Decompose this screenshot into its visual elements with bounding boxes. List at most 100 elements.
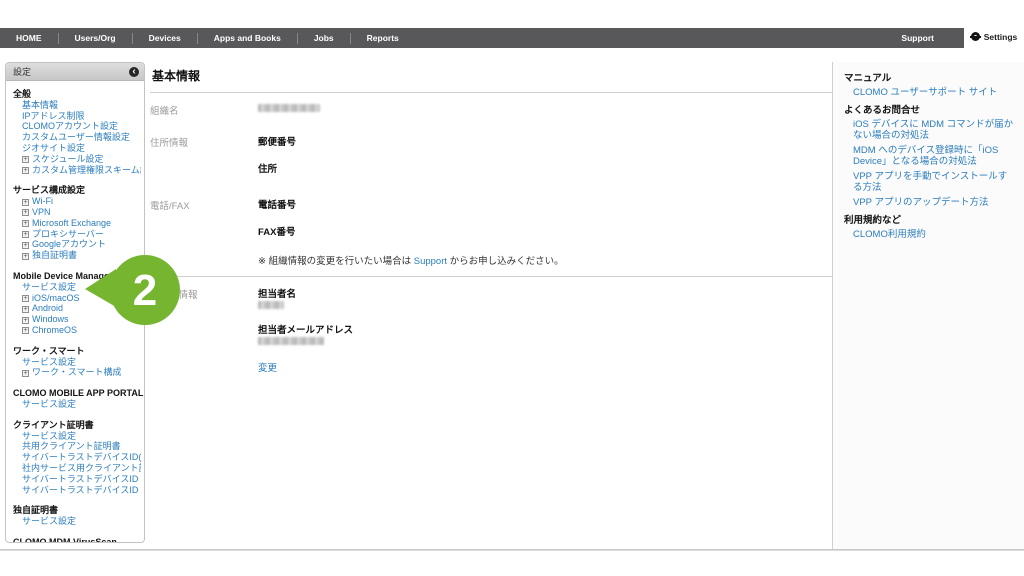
sidebar-item-label: カスタム管理権限スキーム設定 — [32, 165, 141, 175]
sidebar-item[interactable]: +Wi-Fi — [13, 196, 141, 207]
help-link[interactable]: VPP アプリを手動でインストールする方法 — [844, 171, 1014, 194]
sidebar-section: クライアント証明書サービス設定共用クライアント証明書サイバートラストデバイスID… — [13, 420, 141, 496]
help-section-heading: マニュアル — [844, 73, 1014, 85]
callout-number: 2 — [133, 266, 157, 315]
sidebar-section: ワーク・スマートサービス設定+ワーク・スマート構成 — [13, 346, 141, 378]
sidebar-item[interactable]: サイバートラストデバイスID G3is(... — [13, 485, 141, 496]
redacted-org-name-value — [258, 104, 320, 112]
form-row: 電話/FAX電話番号 FAX番号 — [150, 197, 832, 251]
sidebar-item[interactable]: CLOMOアカウント設定 — [13, 121, 141, 132]
sidebar-item-label: VPN — [32, 207, 51, 217]
contact-row: 担当者情報 担当者名担当者メールアドレス — [150, 286, 832, 358]
sidebar-section: CLOMO MDM VirusScanサービス設定 — [13, 537, 141, 543]
sidebar-item[interactable]: +Microsoft Exchange — [13, 218, 141, 229]
sidebar-section: 独自証明書サービス設定 — [13, 505, 141, 527]
sidebar-item[interactable]: IPアドレス制限 — [13, 111, 141, 122]
expand-icon[interactable]: + — [22, 242, 29, 249]
field-name: 電話番号 — [258, 197, 832, 211]
change-contact-link[interactable]: 変更 — [258, 360, 277, 374]
nav-item-reports[interactable]: Reports — [351, 33, 415, 43]
expand-icon[interactable]: + — [22, 317, 29, 324]
sidebar-item[interactable]: サイバートラストデバイスID G3is... — [13, 474, 141, 485]
sidebar-item-label: サイバートラストデバイスID G3is... — [22, 474, 141, 484]
nav-item-users-org[interactable]: Users/Org — [59, 33, 132, 43]
sidebar-item-label: サービス設定 — [22, 431, 76, 441]
sidebar-item-label: サービス設定 — [22, 357, 76, 367]
nav-item-jobs[interactable]: Jobs — [298, 33, 350, 43]
sidebar-item[interactable]: サービス設定 — [13, 516, 141, 527]
expand-icon[interactable]: + — [22, 220, 29, 227]
help-link[interactable]: CLOMO利用規約 — [844, 229, 1014, 241]
note-text: ※ 組織情報の変更を行いたい場合は — [258, 256, 414, 267]
expand-icon[interactable]: + — [22, 199, 29, 206]
row-values: 郵便番号住所 — [258, 134, 832, 188]
sidebar-item-label: ChromeOS — [32, 325, 77, 335]
help-link[interactable]: MDM へのデバイス登録時に「iOS Device」となる場合の対処法 — [844, 145, 1014, 168]
contact-fields: 担当者名担当者メールアドレス — [258, 286, 832, 358]
nav-item-devices[interactable]: Devices — [133, 33, 197, 43]
main-field-groups: 住所情報郵便番号住所電話/FAX電話番号 FAX番号 — [150, 134, 832, 251]
sidebar-item[interactable]: +カスタム管理権限スキーム設定 — [13, 165, 141, 176]
sidebar-item-label: IPアドレス制限 — [22, 111, 85, 121]
help-link[interactable]: iOS デバイスに MDM コマンドが届かない場合の対処法 — [844, 119, 1014, 142]
row-label: 電話/FAX — [150, 197, 258, 251]
expand-icon[interactable]: + — [22, 167, 29, 174]
sidebar-item[interactable]: +Googleアカウント — [13, 239, 141, 250]
sidebar-item[interactable]: ジオサイト設定 — [13, 143, 141, 154]
expand-icon[interactable]: + — [22, 209, 29, 216]
expand-icon[interactable]: + — [22, 327, 29, 334]
nav-item-home[interactable]: HOME — [0, 33, 58, 43]
sidebar-section-heading: CLOMO MDM VirusScan — [13, 537, 141, 543]
sidebar-item[interactable]: サイバートラストデバイスID(pilot)... — [13, 452, 141, 463]
sidebar-item[interactable]: 社内サービス用クライアント証明書 — [13, 463, 141, 474]
sidebar-item[interactable]: サービス設定 — [13, 431, 141, 442]
main-content: 基本情報 組織名 住所情報郵便番号住所電話/FAX電話番号FAX番号 ※ 組織情… — [150, 62, 832, 376]
expand-icon[interactable]: + — [22, 370, 29, 377]
page-title: 基本情報 — [150, 62, 832, 93]
sidebar-item-label: カスタムユーザー情報設定 — [22, 132, 130, 142]
field-name: FAX番号 — [258, 224, 832, 238]
nav-item-support[interactable]: Support — [887, 33, 948, 43]
sidebar-item-label: サイバートラストデバイスID G3is(... — [22, 485, 141, 495]
top-nav-bar: HOMEUsers/OrgDevicesApps and BooksJobsRe… — [0, 28, 1024, 48]
sidebar-section: サービス構成設定+Wi-Fi+VPN+Microsoft Exchange+プロ… — [13, 185, 141, 261]
help-panel: マニュアルCLOMO ユーザーサポート サイトよくあるお問合せiOS デバイスに… — [832, 62, 1024, 549]
sidebar-item[interactable]: サービス設定 — [13, 357, 141, 368]
sidebar-item[interactable]: カスタムユーザー情報設定 — [13, 132, 141, 143]
settings-tab-label: Settings — [984, 32, 1018, 42]
sidebar-item-label: サービス設定 — [22, 282, 76, 292]
sidebar-title: 設定 — [13, 65, 31, 78]
sidebar-section-heading: CLOMO MOBILE APP PORTAL — [13, 388, 141, 399]
sidebar-item[interactable]: 共用クライアント証明書 — [13, 441, 141, 452]
help-link[interactable]: CLOMO ユーザーサポート サイト — [844, 87, 1014, 99]
expand-icon[interactable]: + — [22, 295, 29, 302]
nav-item-apps-and-books[interactable]: Apps and Books — [198, 33, 297, 43]
sidebar-item-label: Windows — [32, 314, 69, 324]
expand-icon[interactable]: + — [22, 306, 29, 313]
sidebar-section-heading: 全般 — [13, 89, 141, 100]
sidebar-header: 設定 ‹ — [6, 63, 144, 81]
sidebar-section-heading: クライアント証明書 — [13, 420, 141, 431]
expand-icon[interactable]: + — [22, 231, 29, 238]
sidebar-item[interactable]: 基本情報 — [13, 100, 141, 111]
expand-icon[interactable]: + — [22, 156, 29, 163]
sidebar-section-heading: 独自証明書 — [13, 505, 141, 516]
sidebar-item[interactable]: +VPN — [13, 207, 141, 218]
expand-icon[interactable]: + — [22, 253, 29, 260]
field-name: 担当者名 — [258, 286, 832, 300]
collapse-sidebar-icon[interactable]: ‹ — [129, 67, 139, 77]
sidebar-item[interactable]: +ワーク・スマート構成 — [13, 367, 141, 378]
sidebar-section-heading: サービス構成設定 — [13, 185, 141, 196]
tab-settings[interactable]: Settings — [964, 25, 1024, 48]
form-row: 住所情報郵便番号住所 — [150, 134, 832, 188]
sidebar-item-label: Wi-Fi — [32, 196, 53, 206]
row-label: 住所情報 — [150, 134, 258, 188]
sidebar-item[interactable]: +スケジュール設定 — [13, 154, 141, 165]
support-link[interactable]: Support — [414, 256, 447, 267]
help-link[interactable]: VPP アプリのアップデート方法 — [844, 197, 1014, 209]
sidebar-item-label: サービス設定 — [22, 399, 76, 409]
sidebar-item[interactable]: サービス設定 — [13, 399, 141, 410]
sidebar-item-label: 基本情報 — [22, 100, 58, 110]
field-name: 住所 — [258, 161, 832, 175]
sidebar-item[interactable]: +プロキシサーバー — [13, 229, 141, 240]
